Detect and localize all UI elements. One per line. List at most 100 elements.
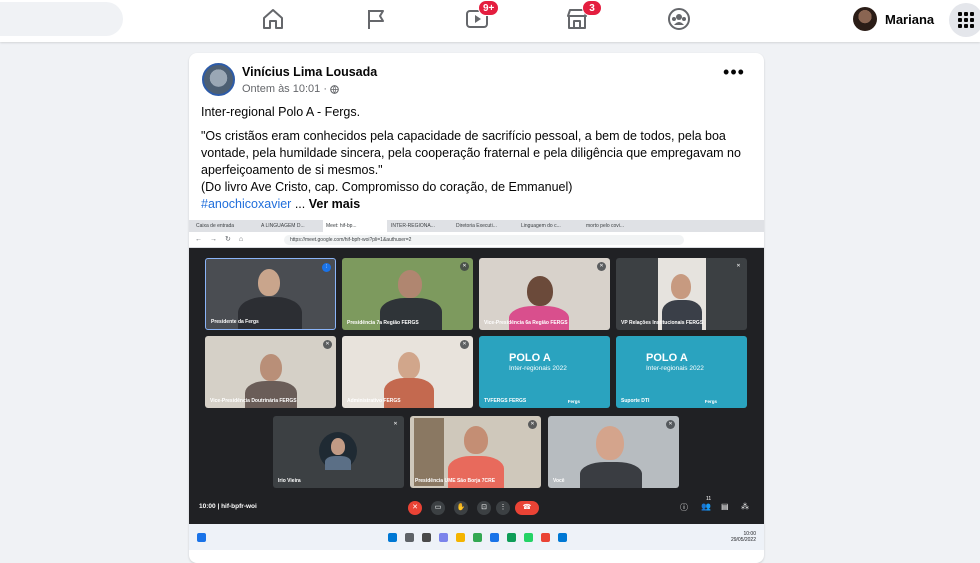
end-call-button[interactable]: ☎	[515, 501, 539, 515]
participant-name: Presidência UME São Borja 7CRE	[415, 478, 496, 484]
widgets-icon[interactable]	[197, 533, 206, 542]
video-icon[interactable]: 9+	[464, 0, 500, 32]
participant-name: Presidente da Fergs	[211, 319, 259, 325]
muted-mic-icon: ✕	[460, 340, 469, 349]
mic-off-icon[interactable]: ✕	[408, 501, 422, 515]
system-clock: 10:00 29/05/2022	[730, 531, 756, 543]
participant-avatar	[319, 432, 357, 470]
profile-shortcut[interactable]: Mariana	[853, 4, 934, 34]
muted-mic-icon: ✕	[323, 340, 332, 349]
post-image[interactable]: Caixa de entrada A LINGUAGEM D... Meet: …	[189, 220, 764, 550]
profile-name: Mariana	[885, 11, 935, 27]
participant-name: VP Relações Institucionais FERGS	[621, 320, 704, 326]
timestamp-text: Ontem às 10:01 ·	[242, 83, 327, 95]
polo-brand: Fergs	[567, 399, 580, 404]
watch-badge: 9+	[478, 0, 500, 16]
participant-tile: ✕ VP Relações Institucionais FERGS	[616, 258, 747, 330]
participant-tile: ✕ Vice-Presidência 6a Região FERGS	[479, 258, 610, 330]
edge-icon[interactable]	[507, 533, 516, 542]
participant-tile: POLO A Inter-regionais 2022 Fergs TVFERG…	[479, 336, 610, 408]
info-icon[interactable]: ⓘ	[680, 502, 688, 513]
activities-icon[interactable]: ⁂	[741, 502, 749, 511]
browser-tab: A LINGUAGEM D...	[258, 220, 322, 232]
sheets-icon[interactable]	[473, 533, 482, 542]
post-options-button[interactable]: •••	[722, 63, 746, 86]
marketplace-badge: 3	[582, 0, 602, 16]
participant-tile: POLO A Inter-regionais 2022 Fergs Suport…	[616, 336, 747, 408]
post-card: Vinícius Lima Lousada Ontem às 10:01 · •…	[189, 53, 764, 563]
participant-name: Administrativo FERGS	[347, 398, 401, 404]
search-icon[interactable]	[405, 533, 414, 542]
meeting-info: 10:00 | hif-bpfr-woi	[199, 503, 257, 510]
muted-mic-icon: ✕	[597, 262, 606, 271]
participant-tile: ✕ Irio Vieira	[273, 416, 404, 488]
participant-tile: ✕ Administrativo FERGS	[342, 336, 473, 408]
participant-tile: ✕ Presidência 7a Região FERGS	[342, 258, 473, 330]
people-count: 11	[706, 496, 712, 502]
browser-tab: Diretoria Executi...	[453, 220, 517, 232]
speaking-icon: ⫶	[322, 263, 331, 272]
participant-name: Irio Vieira	[278, 478, 301, 484]
author-avatar[interactable]	[202, 63, 235, 96]
address-url: https://meet.google.com/hif-bpfr-woi?pli…	[284, 235, 684, 245]
start-icon[interactable]	[388, 533, 397, 542]
flag-icon[interactable]	[363, 6, 389, 32]
participant-name: Suporte DTI	[621, 398, 650, 404]
hand-icon[interactable]: ✋	[454, 501, 468, 515]
polo-brand: Fergs	[704, 399, 717, 404]
participant-name: Vice-Presidência 6a Região FERGS	[484, 320, 568, 326]
browser-tab: INTER-REGIONA...	[388, 220, 452, 232]
polo-title: POLO A	[509, 352, 551, 364]
whatsapp-icon[interactable]	[524, 533, 533, 542]
see-more-link[interactable]: Ver mais	[309, 197, 360, 211]
participant-name: Você	[553, 478, 565, 484]
store-icon[interactable]: 3	[564, 0, 602, 32]
participant-name: TVFERGS FERGS	[484, 398, 527, 404]
browser-nav-icons: ←→↻⌂	[195, 236, 252, 243]
participant-name: Presidência 7a Região FERGS	[347, 320, 419, 326]
post-footer-line: #anochicoxavier ... Ver mais	[201, 196, 756, 213]
polo-subtitle: Inter-regionais 2022	[509, 365, 567, 372]
author-name[interactable]: Vinícius Lima Lousada	[242, 65, 377, 79]
post-body: Inter-regional Polo A - Fergs. "Os crist…	[201, 104, 756, 213]
muted-mic-icon: ✕	[528, 420, 537, 429]
hashtag-link[interactable]: #anochicoxavier	[201, 197, 291, 211]
browser-tab: morto pelo covi...	[583, 220, 647, 232]
search-field[interactable]	[0, 2, 123, 36]
polo-subtitle: Inter-regionais 2022	[646, 365, 704, 372]
folder-icon[interactable]	[456, 533, 465, 542]
participant-name: Vice-Presidência Doutrinária FERGS	[210, 398, 297, 404]
home-icon[interactable]	[260, 6, 286, 32]
participant-tile: ✕ Presidência UME São Borja 7CRE	[410, 416, 541, 488]
post-line: Inter-regional Polo A - Fergs.	[201, 105, 361, 119]
participant-tile: ⫶ Presidente da Fergs	[205, 258, 336, 330]
browser-tab-active: Meet: hif-bp...	[323, 220, 387, 232]
app-icon[interactable]	[490, 533, 499, 542]
people-icon[interactable]: 👥	[701, 502, 711, 511]
muted-mic-icon: ✕	[460, 262, 469, 271]
menu-grid-button[interactable]	[949, 3, 980, 37]
meet-control-bar: 10:00 | hif-bpfr-woi ✕ ▭ ✋ ⊡ ⋮ ☎ ⓘ 👥 11 …	[189, 494, 764, 520]
present-icon[interactable]: ⊡	[477, 501, 491, 515]
camera-icon[interactable]: ▭	[431, 501, 445, 515]
task-view-icon[interactable]	[422, 533, 431, 542]
groups-icon[interactable]	[666, 6, 692, 32]
browser-tabbar: Caixa de entrada A LINGUAGEM D... Meet: …	[189, 220, 764, 232]
more-options-icon[interactable]: ⋮	[496, 501, 510, 515]
globe-icon	[330, 84, 339, 94]
post-source: (Do livro Ave Cristo, cap. Compromisso d…	[201, 180, 573, 194]
browser-tab: Caixa de entrada	[193, 220, 257, 232]
chrome-icon[interactable]	[541, 533, 550, 542]
chat-icon[interactable]: ▤	[721, 502, 729, 511]
teams-icon[interactable]	[439, 533, 448, 542]
polo-title: POLO A	[646, 352, 688, 364]
avatar	[853, 7, 877, 31]
store-app-icon[interactable]	[558, 533, 567, 542]
ellipsis: ...	[291, 197, 309, 211]
top-navigation-bar: 9+ 3 Mariana	[0, 0, 980, 42]
windows-taskbar: 10:00 29/05/2022	[189, 524, 764, 550]
post-timestamp[interactable]: Ontem às 10:01 ·	[242, 83, 339, 95]
post-quote: "Os cristãos eram conhecidos pela capaci…	[201, 129, 741, 177]
participant-tile: ✕ Você	[548, 416, 679, 488]
muted-mic-icon: ✕	[666, 420, 675, 429]
